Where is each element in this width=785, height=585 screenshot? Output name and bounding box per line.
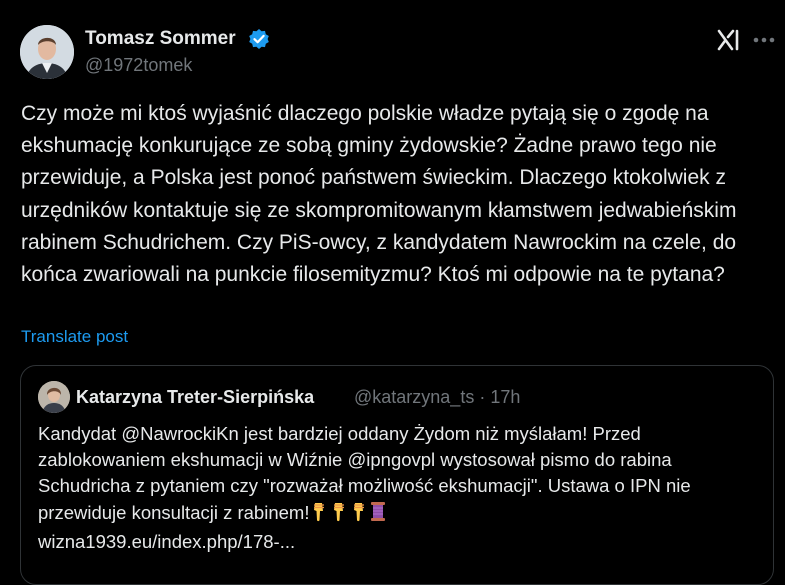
- thread-spool-emoji: [369, 501, 387, 529]
- post-text: Czy może mi ktoś wyjaśnić dlaczego polsk…: [21, 102, 737, 287]
- pointing-down-emoji: [309, 501, 329, 529]
- quoted-post-time[interactable]: 17h: [490, 387, 520, 407]
- author-name[interactable]: Tomasz Sommer: [85, 28, 236, 50]
- author-avatar[interactable]: [20, 25, 74, 79]
- quoted-post[interactable]: Katarzyna Treter-Sierpińska @katarzyna_t…: [20, 365, 774, 585]
- quoted-author-handle[interactable]: @katarzyna_ts: [354, 387, 474, 407]
- quoted-post-text: Kandydat @NawrockiKn jest bardziej oddan…: [38, 421, 758, 555]
- pointing-down-emoji: [349, 501, 369, 529]
- meta-separator: ·: [479, 387, 486, 407]
- verified-badge-icon: [249, 29, 269, 49]
- translate-post-link[interactable]: Translate post: [21, 327, 128, 347]
- quoted-author-name[interactable]: Katarzyna Treter-Sierpińska: [76, 387, 314, 408]
- quoted-author-meta: @katarzyna_ts · 17h: [354, 387, 520, 408]
- more-options-icon[interactable]: [753, 37, 775, 43]
- quoted-author-avatar[interactable]: [38, 381, 70, 413]
- grok-icon[interactable]: [716, 28, 742, 52]
- quoted-post-link[interactable]: wizna1939.eu/index.php/178-...: [38, 531, 295, 552]
- author-handle[interactable]: @1972tomek: [85, 55, 192, 76]
- pointing-down-emoji: [329, 501, 349, 529]
